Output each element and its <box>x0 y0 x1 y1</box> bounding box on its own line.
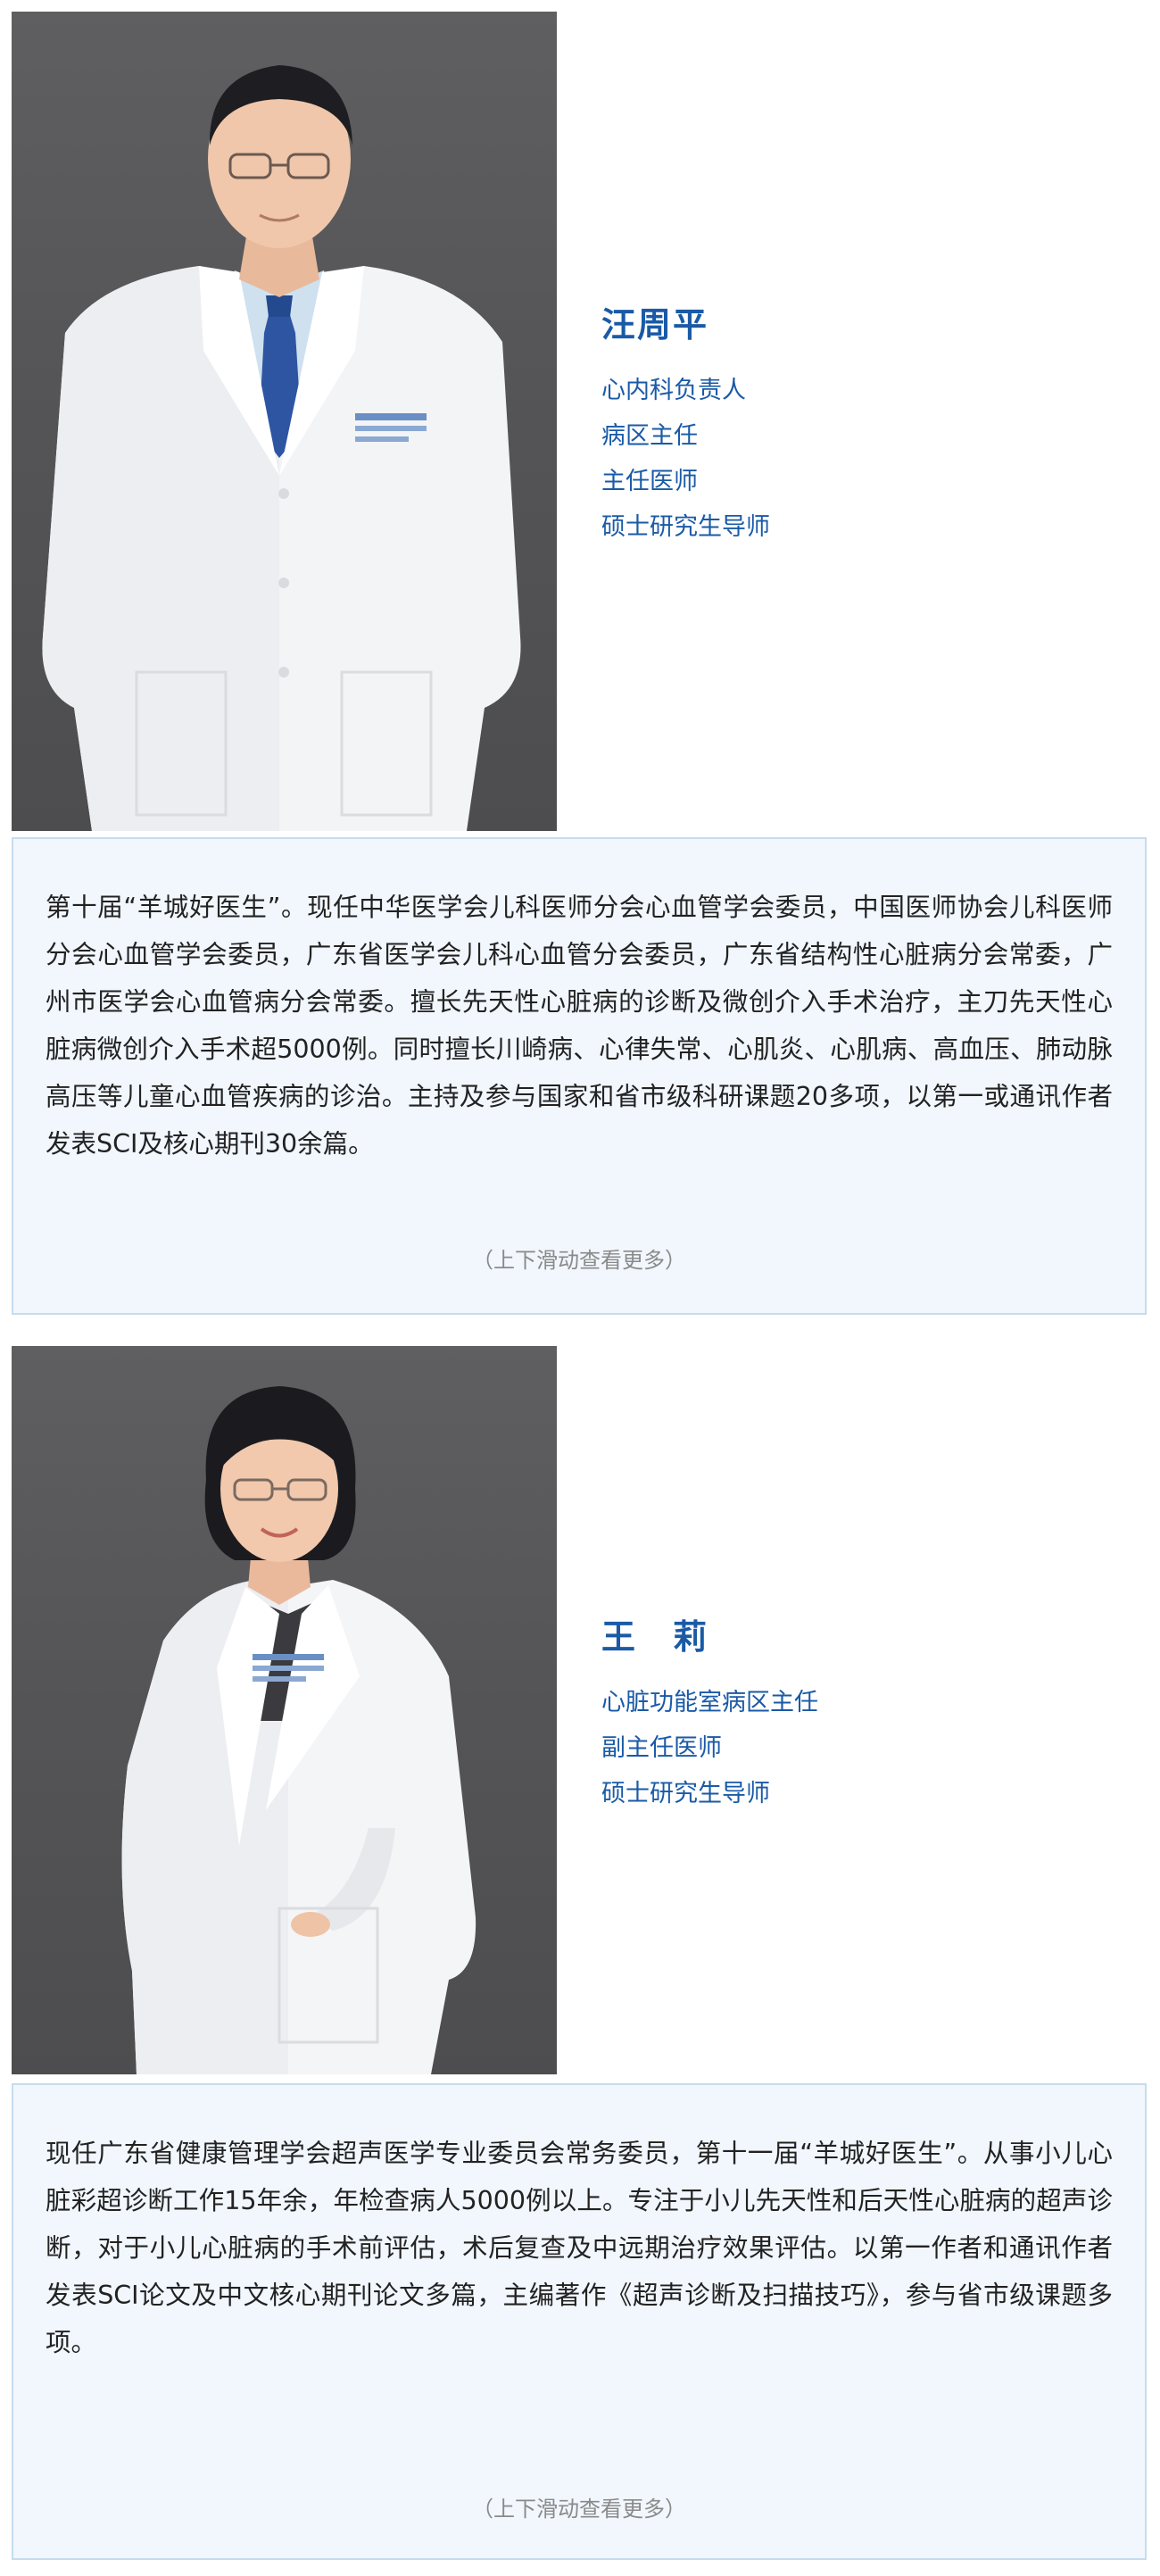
doctor-title: 主任医师 <box>601 468 698 495</box>
scroll-hint: （上下滑动查看更多） <box>472 2497 686 2522</box>
doctor-profile-2: 王 莉 心脏功能室病区主任 副主任医师 硕士研究生导师 <box>12 1346 1148 2074</box>
doctor-portrait-male-icon <box>42 65 521 831</box>
doctor-name: 汪周平 <box>601 305 709 345</box>
doctor-title: 心脏功能室病区主任 <box>601 1689 818 1716</box>
doctor-name: 王 莉 <box>601 1617 709 1657</box>
doctor-photo-2 <box>12 1346 557 2074</box>
doctor-bio-card-2[interactable]: 现任广东省健康管理学会超声医学专业委员会常务委员，第十一届“羊城好医生”。从事小… <box>12 2083 1147 2560</box>
doctor-photo-1 <box>12 12 557 831</box>
doctor-info-1: 汪周平 心内科负责人 病区主任 主任医师 硕士研究生导师 <box>601 297 770 550</box>
doctor-bio-text: 第十届“羊城好医生”。现任中华医学会儿科医师分会心血管学会委员，中国医师协会儿科… <box>46 893 1113 1159</box>
scroll-hint: （上下滑动查看更多） <box>472 1248 686 1273</box>
doctor-title: 硕士研究生导师 <box>601 1780 770 1807</box>
doctor-title: 心内科负责人 <box>601 377 746 404</box>
doctor-info-2: 王 莉 心脏功能室病区主任 副主任医师 硕士研究生导师 <box>601 1609 818 1816</box>
doctor-bio-text: 现任广东省健康管理学会超声医学专业委员会常务委员，第十一届“羊城好医生”。从事小… <box>46 2139 1113 2357</box>
doctor-bio-card-1[interactable]: 第十届“羊城好医生”。现任中华医学会儿科医师分会心血管学会委员，中国医师协会儿科… <box>12 837 1147 1315</box>
doctor-portrait-female-icon <box>121 1386 476 2074</box>
doctor-profiles-page: 汪周平 心内科负责人 病区主任 主任医师 硕士研究生导师 第十届“羊城好医生”。… <box>0 0 1160 2576</box>
doctor-title: 硕士研究生导师 <box>601 513 770 541</box>
doctor-title: 副主任医师 <box>601 1734 722 1762</box>
doctor-title: 病区主任 <box>601 422 698 450</box>
doctor-profile-1: 汪周平 心内科负责人 病区主任 主任医师 硕士研究生导师 <box>12 12 1148 831</box>
